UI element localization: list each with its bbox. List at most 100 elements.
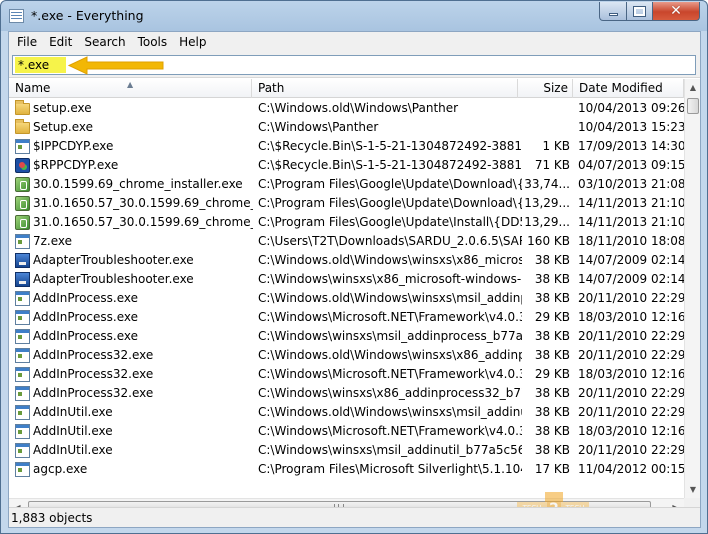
menu-tools[interactable]: Tools [132,32,174,52]
app-file-icon [15,139,30,154]
setup-icon [15,215,30,230]
table-row[interactable]: AddInProcess.exe C:\Windows\Microsoft.NET… [9,308,684,327]
app-file-icon [15,291,30,306]
file-date: 11/04/2012 00:15 [578,462,684,476]
menu-file[interactable]: File [11,32,43,52]
table-row[interactable]: AddInUtil.exe C:\Windows\winsxs\msil_addi… [9,441,684,460]
file-path: C:\Program Files\Google\Update\Download\… [258,196,522,210]
table-row[interactable]: AddInUtil.exe C:\Windows.old\Windows\wins… [9,403,684,422]
file-date: 10/04/2013 15:23 [578,120,684,134]
file-path: C:\Windows.old\Windows\winsxs\x86_micros… [258,253,522,267]
app-file-icon [15,234,30,249]
table-row[interactable]: $IPPCDYP.exe C:\$Recycle.Bin\S-1-5-21-130… [9,137,684,156]
file-name: AddInProcess32.exe [33,386,154,400]
status-bar: 1,883 objects [9,507,700,527]
file-name: 31.0.1650.57_30.0.1599.69_chrome_upda... [33,196,253,210]
file-date: 14/07/2009 02:14 [578,272,684,286]
table-row[interactable]: $RPPCDYP.exe C:\$Recycle.Bin\S-1-5-21-130… [9,156,684,175]
file-date: 03/10/2013 21:08 [578,177,684,191]
scroll-down-icon[interactable]: ▼ [685,481,700,498]
table-row[interactable]: 7z.exe C:\Users\T2T\Downloads\SARDU_2.0.6… [9,232,684,251]
trouble-icon [15,272,30,287]
arrow-annotation-icon [67,56,164,75]
search-bar: *.exe [9,52,700,78]
column-name-label: Name [15,81,51,95]
column-size[interactable]: Size [518,79,573,98]
column-date-modified[interactable]: Date Modified [573,79,684,98]
file-name: AddInUtil.exe [33,424,113,438]
object-count: 1,883 objects [11,511,93,525]
app-file-icon [15,310,30,325]
file-size: 38 KB [534,443,570,457]
file-size: 38 KB [534,424,570,438]
table-row[interactable]: AddInProcess.exe C:\Windows.old\Windows\w… [9,289,684,308]
menu-search[interactable]: Search [78,32,131,52]
app-file-icon [15,443,30,458]
close-icon: ✕ [670,3,682,19]
file-name: AddInProcess.exe [33,291,138,305]
file-size: 38 KB [534,329,570,343]
client-area: File Edit Search Tools Help *.exe Name ▲… [8,31,701,528]
table-row[interactable]: setup.exe C:\Windows.old\Windows\Panther 1… [9,99,684,118]
table-row[interactable]: AddInProcess32.exe C:\Windows\Microsoft.N… [9,365,684,384]
table-row[interactable]: AddInProcess.exe C:\Windows\winsxs\msil_a… [9,327,684,346]
file-name: Setup.exe [33,120,94,134]
table-row[interactable]: agcp.exe C:\Program Files\Microsoft Silve… [9,460,684,479]
file-size: 38 KB [534,386,570,400]
file-date: 20/11/2010 22:29 [578,291,684,305]
file-date: 04/07/2013 09:15 [578,158,684,172]
title-bar[interactable]: *.exe - Everything ✕ [1,1,707,31]
table-row[interactable]: AddInUtil.exe C:\Windows\Microsoft.NET\Fr… [9,422,684,441]
close-button[interactable]: ✕ [652,2,700,21]
minimize-button[interactable] [599,2,627,21]
app-file-icon [15,367,30,382]
table-row[interactable]: AdapterTroubleshooter.exe C:\Windows\wins… [9,270,684,289]
file-name: setup.exe [33,101,92,115]
file-size: 38 KB [534,272,570,286]
file-path: C:\Windows\Panther [258,120,379,134]
column-name[interactable]: Name ▲ [9,79,252,98]
scroll-up-icon[interactable]: ▲ [685,79,700,96]
file-path: C:\Program Files\Google\Update\Download\… [258,177,522,191]
file-size: 38 KB [534,253,570,267]
file-size: 38 KB [534,291,570,305]
file-path: C:\Windows\winsxs\x86_microsoft-windows-… [258,272,522,286]
minimize-icon [608,12,618,16]
file-size: 160 KB [527,234,570,248]
folder-icon [15,100,30,115]
setup-icon [15,177,30,192]
column-date-label: Date Modified [579,81,663,95]
maximize-button[interactable] [626,2,653,21]
file-path: C:\$Recycle.Bin\S-1-5-21-1304872492-3881… [258,158,522,172]
column-path[interactable]: Path [252,79,518,98]
file-path: C:\Windows\winsxs\msil_addinprocess_b77a… [258,329,522,343]
table-row[interactable]: AddInProcess32.exe C:\Windows.old\Windows… [9,346,684,365]
file-name: 7z.exe [33,234,73,248]
file-path: C:\Windows.old\Windows\winsxs\msil_addin… [258,291,522,305]
menu-edit[interactable]: Edit [43,32,78,52]
file-name: AddInProcess32.exe [33,348,154,362]
table-row[interactable]: 31.0.1650.57_30.0.1599.69_chrome_upda...… [9,213,684,232]
file-date: 17/09/2013 14:30 [578,139,684,153]
table-row[interactable]: 30.0.1599.69_chrome_installer.exe C:\Prog… [9,175,684,194]
table-row[interactable]: AdapterTroubleshooter.exe C:\Windows.old\… [9,251,684,270]
file-size: 38 KB [534,405,570,419]
table-row[interactable]: 31.0.1650.57_30.0.1599.69_chrome_upda...… [9,194,684,213]
vertical-scrollbar[interactable]: ▲ ▼ [684,79,700,498]
file-size [524,99,570,118]
table-row[interactable]: Setup.exe C:\Windows\Panther 10/04/2013 15… [9,118,684,137]
vertical-scroll-thumb[interactable] [687,98,699,114]
window-title: *.exe - Everything [31,8,144,23]
file-size: 29 KB [534,367,570,381]
file-date: 14/07/2009 02:14 [578,253,684,267]
file-path: C:\$Recycle.Bin\S-1-5-21-1304872492-3881… [258,139,522,153]
file-date: 18/11/2010 18:08 [578,234,684,248]
column-size-label: Size [543,81,568,95]
file-name: 30.0.1599.69_chrome_installer.exe [33,177,243,191]
menu-help[interactable]: Help [173,32,212,52]
file-name: AddInProcess.exe [33,329,138,343]
app-file-icon [15,329,30,344]
file-name: $IPPCDYP.exe [33,139,114,153]
table-row[interactable]: AddInProcess32.exe C:\Windows\winsxs\x86_… [9,384,684,403]
app-file-icon [15,348,30,363]
